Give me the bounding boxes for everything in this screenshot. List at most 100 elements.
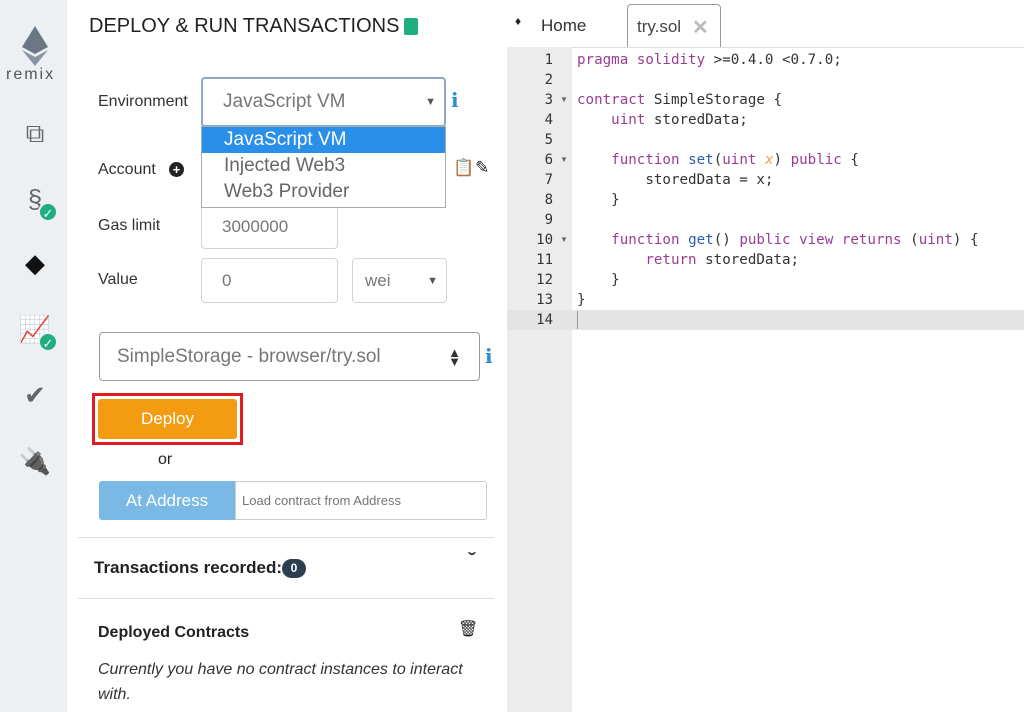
deploy-button[interactable]: Deploy bbox=[98, 399, 237, 439]
code-token: ( bbox=[713, 152, 723, 168]
panel-title: DEPLOY & RUN TRANSACTIONS bbox=[89, 15, 400, 37]
ethereum-logo-icon bbox=[22, 26, 48, 66]
value-unit: wei bbox=[365, 270, 391, 290]
check-badge-icon: ✓ bbox=[38, 202, 58, 222]
code-line[interactable]: function get() public view returns (uint… bbox=[577, 230, 979, 250]
line-number: 3 bbox=[544, 92, 553, 108]
trash-icon[interactable]: 🗑 bbox=[458, 619, 478, 639]
line-number: 11 bbox=[536, 252, 553, 268]
info-icon[interactable]: i bbox=[485, 344, 493, 368]
gas-limit-input[interactable]: 3000000 bbox=[201, 204, 338, 249]
value-label: Value bbox=[98, 271, 138, 288]
tab-label: try.sol bbox=[637, 17, 682, 36]
code-token: public bbox=[790, 152, 842, 168]
divider bbox=[78, 537, 494, 538]
divider bbox=[507, 47, 1024, 48]
code-line[interactable]: contract SimpleStorage { bbox=[577, 90, 782, 110]
info-icon[interactable]: i bbox=[451, 88, 459, 112]
documentation-icon[interactable] bbox=[404, 18, 418, 35]
code-token: pragma solidity bbox=[577, 52, 706, 68]
line-number: 6 bbox=[544, 152, 553, 168]
line-number: 14 bbox=[536, 312, 553, 328]
check-badge-icon: ✓ bbox=[38, 332, 58, 352]
deploy-run-panel: DEPLOY & RUN TRANSACTIONS Environment Ja… bbox=[67, 0, 507, 712]
code-token: return bbox=[645, 252, 697, 268]
file-explorer-icon[interactable]: ⧉ bbox=[18, 116, 52, 150]
contract-value: SimpleStorage - browser/try.sol bbox=[117, 345, 381, 367]
chevron-down-icon[interactable]: ˇ bbox=[468, 551, 475, 569]
environment-value: JavaScript VM bbox=[223, 91, 346, 112]
line-number: 5 bbox=[544, 132, 553, 148]
gas-limit-label: Gas limit bbox=[98, 217, 161, 234]
code-line[interactable]: uint storedData; bbox=[577, 110, 748, 130]
environment-option[interactable]: JavaScript VM bbox=[202, 127, 445, 153]
edit-icon[interactable]: ✎ bbox=[475, 158, 489, 178]
transactions-count-badge: 0 bbox=[282, 559, 306, 578]
code-token: storedData; bbox=[696, 252, 800, 268]
environment-option[interactable]: Web3 Provider bbox=[202, 179, 445, 205]
code-line[interactable]: } bbox=[577, 270, 620, 290]
fold-arrow-icon[interactable]: ▼ bbox=[560, 150, 568, 170]
divider bbox=[78, 598, 494, 599]
code-token: set bbox=[688, 152, 714, 168]
sort-icon: ▲ ▼ bbox=[448, 344, 461, 369]
code-token: x bbox=[764, 152, 774, 168]
line-number: 2 bbox=[544, 72, 553, 88]
code-line[interactable]: function set(uint x) public { bbox=[577, 150, 859, 170]
line-number: 12 bbox=[536, 272, 553, 288]
code-token: } bbox=[577, 292, 586, 308]
testing-icon[interactable]: ✔ bbox=[18, 378, 52, 412]
code-token: uint bbox=[918, 232, 953, 248]
copy-icon[interactable]: 📋 bbox=[453, 158, 474, 178]
code-token: ) bbox=[773, 152, 791, 168]
transactions-recorded-label: Transactions recorded: bbox=[94, 558, 283, 577]
code-token: function bbox=[611, 152, 680, 168]
at-address-input[interactable] bbox=[235, 481, 487, 520]
tab-try-sol[interactable]: try.sol ✕ bbox=[627, 4, 721, 48]
text-cursor bbox=[577, 311, 578, 329]
code-token: } bbox=[577, 192, 620, 208]
account-label: Account bbox=[98, 161, 156, 178]
code-token: function bbox=[611, 232, 680, 248]
value-input[interactable]: 0 bbox=[201, 258, 338, 303]
fold-arrow-icon[interactable]: ▼ bbox=[560, 90, 568, 110]
chevron-down-icon: ▼ bbox=[427, 274, 438, 287]
or-label: or bbox=[158, 451, 173, 468]
contract-select[interactable]: SimpleStorage - browser/try.sol ▲ ▼ bbox=[99, 332, 480, 381]
code-token: ) { bbox=[952, 232, 979, 248]
add-account-icon[interactable]: + bbox=[169, 162, 184, 177]
fold-arrow-icon[interactable]: ▼ bbox=[560, 230, 568, 250]
deploy-run-icon[interactable]: ◆ bbox=[18, 246, 52, 280]
line-number: 7 bbox=[544, 172, 553, 188]
environment-dropdown: JavaScript VM Injected Web3 Web3 Provide… bbox=[201, 126, 446, 208]
active-line-highlight bbox=[507, 310, 1024, 330]
code-token: storedData = x; bbox=[577, 172, 774, 188]
at-address-button[interactable]: At Address bbox=[99, 481, 235, 520]
environment-select[interactable]: JavaScript VM ▼ bbox=[201, 77, 446, 127]
code-token: uint bbox=[722, 152, 757, 168]
code-line[interactable] bbox=[577, 310, 578, 330]
solidity-compiler-icon[interactable]: § ✓ bbox=[18, 182, 58, 222]
code-token: public view returns bbox=[739, 232, 902, 248]
code-token: () bbox=[713, 232, 740, 248]
tab-home[interactable]: Home bbox=[541, 16, 586, 36]
editor-area: ♦ Home try.sol ✕ 1 pragma solidity >=0.4.… bbox=[507, 0, 1024, 712]
value-unit-select[interactable]: wei ▼ bbox=[352, 258, 447, 303]
analysis-icon[interactable]: 📈 ✓ bbox=[18, 312, 58, 352]
code-token: uint bbox=[611, 112, 646, 128]
code-line[interactable]: } bbox=[577, 190, 620, 210]
close-icon[interactable]: ✕ bbox=[692, 15, 709, 40]
deployed-contracts-title: Deployed Contracts bbox=[98, 624, 250, 641]
plugin-manager-icon[interactable]: 🔌 bbox=[18, 444, 52, 478]
line-number: 4 bbox=[544, 112, 553, 128]
code-line[interactable]: } bbox=[577, 290, 586, 310]
code-line[interactable]: return storedData; bbox=[577, 250, 799, 270]
environment-option[interactable]: Injected Web3 bbox=[202, 153, 445, 179]
code-line[interactable]: pragma solidity >=0.4.0 <0.7.0; bbox=[577, 50, 842, 70]
chevron-down-icon: ▼ bbox=[425, 96, 436, 108]
line-number: 1 bbox=[544, 52, 553, 68]
code-line[interactable]: storedData = x; bbox=[577, 170, 773, 190]
